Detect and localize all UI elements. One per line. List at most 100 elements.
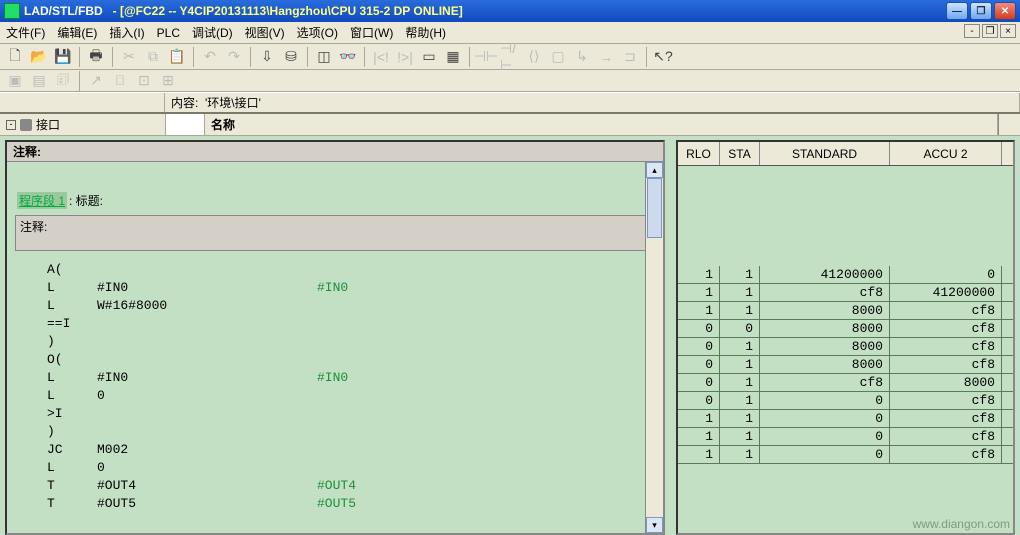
scroll-up-icon[interactable]: ▴ [646, 162, 663, 178]
code-line[interactable]: >I [47, 405, 663, 423]
minimize-button[interactable]: — [946, 2, 968, 20]
code-line[interactable]: ) [47, 333, 663, 351]
menu-edit[interactable]: 编辑(E) [57, 24, 97, 41]
tree-label[interactable]: 接口 [36, 116, 60, 133]
toolbar-main: 🗋 📂 💾 🖶 ✂ ⧉ 📋 ↶ ↷ ⇩ ⛁ ◫ 👓 |<! !>| ▭ ▦ ⊣⊢… [0, 44, 1020, 70]
tb2-icon-4[interactable]: ↗ [85, 70, 107, 92]
name-bar-scroll[interactable] [998, 114, 1020, 135]
branch-open-icon[interactable]: ↳ [571, 46, 593, 68]
tb2-icon-3[interactable]: 🗊 [52, 70, 74, 92]
tree-collapse-icon[interactable]: - [6, 120, 16, 130]
table-row: 018000cf8 [678, 356, 1013, 374]
branch-close-icon[interactable]: → [595, 46, 617, 68]
content-bar: 内容: '环境\接口' [0, 92, 1020, 114]
tb2-icon-2[interactable]: ▤ [28, 70, 50, 92]
new-icon[interactable]: 🗋 [4, 46, 26, 68]
new-network-icon[interactable]: ▭ [418, 46, 440, 68]
stl-code[interactable]: A(L#IN0#IN0LW#16#8000==I)O(L#IN0#IN0L0>I… [7, 257, 663, 513]
code-line[interactable]: ) [47, 423, 663, 441]
redo-icon[interactable]: ↷ [223, 46, 245, 68]
comment-box[interactable]: 注释: [15, 215, 655, 251]
name-bar: - 接口 名称 [0, 114, 1020, 136]
code-line[interactable]: L#IN0#IN0 [47, 279, 663, 297]
paste-icon[interactable]: 📋 [166, 46, 188, 68]
code-line[interactable]: LW#16#8000 [47, 297, 663, 315]
glasses-icon[interactable]: 👓 [337, 46, 359, 68]
code-line[interactable]: L0 [47, 387, 663, 405]
contact-nc-icon[interactable]: ⊣/⊢ [499, 46, 521, 68]
box-icon[interactable]: ▢ [547, 46, 569, 68]
table-row: 110cf8 [678, 428, 1013, 446]
tb2-icon-6[interactable]: ⊡ [133, 70, 155, 92]
code-line[interactable]: T#OUT5#OUT5 [47, 495, 663, 513]
code-line[interactable]: T#OUT4#OUT4 [47, 477, 663, 495]
left-header: 注释: [13, 143, 41, 160]
goto-start-icon[interactable]: |<! [370, 46, 392, 68]
title-sub: - [@FC22 -- Y4CIP20131113\Hangzhou\CPU 3… [113, 4, 463, 18]
online-icon[interactable]: ⛁ [280, 46, 302, 68]
segment-title: : 标题: [69, 192, 103, 209]
menu-window[interactable]: 窗口(W) [350, 24, 393, 41]
copy-icon[interactable]: ⧉ [142, 46, 164, 68]
table-row: 118000cf8 [678, 302, 1013, 320]
menu-plc[interactable]: PLC [157, 26, 180, 40]
scroll-down-icon[interactable]: ▾ [646, 517, 663, 533]
interface-icon [20, 119, 32, 131]
tb2-icon-7[interactable]: ⊞ [157, 70, 179, 92]
col-accu2: ACCU 2 [890, 142, 1002, 165]
tb2-icon-1[interactable]: ▣ [4, 70, 26, 92]
menu-debug[interactable]: 调试(D) [192, 24, 233, 41]
scroll-thumb[interactable] [647, 178, 662, 238]
mdi-restore[interactable]: ❐ [982, 24, 998, 38]
title-bar: LAD/STL/FBD - [@FC22 -- Y4CIP20131113\Ha… [0, 0, 1020, 22]
table-row: 01cf88000 [678, 374, 1013, 392]
monitor-icon[interactable]: ◫ [313, 46, 335, 68]
code-line[interactable]: ==I [47, 315, 663, 333]
menu-help[interactable]: 帮助(H) [405, 24, 446, 41]
download-icon[interactable]: ⇩ [256, 46, 278, 68]
menu-view[interactable]: 视图(V) [245, 24, 285, 41]
code-pane: 注释: 程序段 1 : 标题: 注释: A(L#IN0#IN0LW#16#800… [5, 140, 665, 535]
catalog-icon[interactable]: ▦ [442, 46, 464, 68]
table-row: 010cf8 [678, 392, 1013, 410]
contact-no-icon[interactable]: ⊣⊢ [475, 46, 497, 68]
code-line[interactable]: L#IN0#IN0 [47, 369, 663, 387]
goto-end-icon[interactable]: !>| [394, 46, 416, 68]
segment-link[interactable]: 程序段 1 [17, 192, 67, 209]
code-line[interactable]: O( [47, 351, 663, 369]
mdi-minimize[interactable]: - [964, 24, 980, 38]
code-line[interactable]: A( [47, 261, 663, 279]
code-line[interactable]: JCM002 [47, 441, 663, 459]
col-rlo: RLO [678, 142, 720, 165]
left-scrollbar[interactable]: ▴ ▾ [645, 162, 663, 533]
menu-insert[interactable]: 插入(I) [109, 24, 144, 41]
print-icon[interactable]: 🖶 [85, 46, 107, 68]
content-label: 内容: [171, 94, 198, 111]
status-table: 1141200000011cf841200000118000cf8008000c… [678, 266, 1013, 464]
tb2-icon-5[interactable]: ⌼ [109, 70, 131, 92]
app-icon [4, 3, 20, 19]
table-row: 008000cf8 [678, 320, 1013, 338]
table-row: 11cf841200000 [678, 284, 1013, 302]
save-icon[interactable]: 💾 [52, 46, 74, 68]
open-icon[interactable]: 📂 [28, 46, 50, 68]
name-column-header: 名称 [211, 116, 235, 133]
maximize-button[interactable]: ❐ [970, 2, 992, 20]
comment-label: 注释: [20, 220, 47, 234]
cut-icon[interactable]: ✂ [118, 46, 140, 68]
table-row: 110cf8 [678, 410, 1013, 428]
close-button[interactable]: ✕ [994, 2, 1016, 20]
menu-file[interactable]: 文件(F) [6, 24, 45, 41]
col-standard: STANDARD [760, 142, 890, 165]
table-row: 110cf8 [678, 446, 1013, 464]
code-line[interactable]: L0 [47, 459, 663, 477]
help-pointer-icon[interactable]: ↖? [652, 46, 674, 68]
content-value: '环境\接口' [205, 94, 261, 111]
menu-options[interactable]: 选项(O) [297, 24, 338, 41]
mdi-close[interactable]: × [1000, 24, 1016, 38]
watermark: www.diangon.com [913, 517, 1010, 531]
connection-icon[interactable]: ⊐ [619, 46, 641, 68]
coil-icon[interactable]: ⟨⟩ [523, 46, 545, 68]
table-row: 11412000000 [678, 266, 1013, 284]
undo-icon[interactable]: ↶ [199, 46, 221, 68]
